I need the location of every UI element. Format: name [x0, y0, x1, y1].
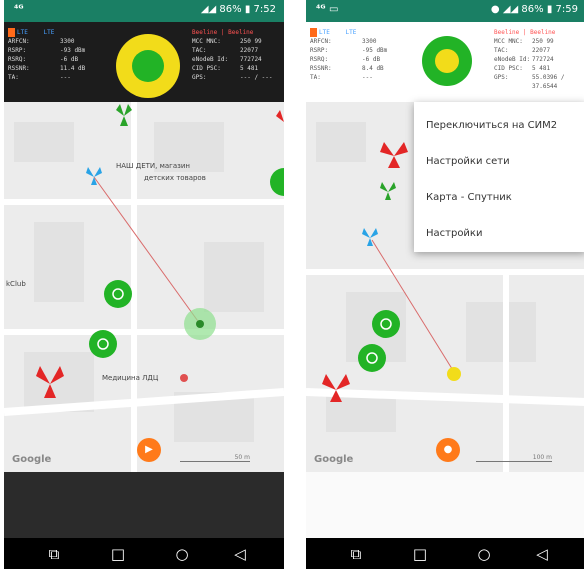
value-gps: 55.0396 / 37.6544: [532, 74, 565, 90]
poi-label-club: kClub: [6, 280, 26, 288]
menu-item-settings[interactable]: Настройки: [426, 228, 482, 239]
map-scale: 100 m: [476, 454, 552, 462]
map-canvas: [4, 102, 284, 472]
value-enodeb: 772724: [240, 56, 262, 63]
value-mcc-mnc: 250 99: [240, 38, 262, 45]
menu-item-map-satellite[interactable]: Карта - Спутник: [426, 192, 512, 203]
label-arfcn: ARFCN:: [8, 38, 30, 45]
status-indicators: ● ◢◢ 86% ▮ 7:59: [491, 4, 578, 15]
label-rsrq: RSRQ:: [310, 56, 329, 63]
cell-info-panel: LTE LTE ARFCN: RSRP: RSRQ: RSSNR: TA: 33…: [306, 22, 584, 102]
recent-apps-icon[interactable]: ⧉: [44, 544, 64, 564]
poi-label-clinic: Медицина ЛДЦ: [102, 374, 159, 382]
tech-label-2: LTE: [345, 29, 357, 36]
signal-icon: ◢◢: [200, 4, 217, 15]
back-icon[interactable]: ◁: [230, 544, 250, 564]
tech-label: LTE: [17, 29, 28, 36]
nav-bar: ⧉ □ ○ ◁: [306, 538, 584, 569]
play-fab-button[interactable]: ▶: [137, 438, 161, 462]
phone-right-screen: ⁴ᴳ ▭ ● ◢◢ 86% ▮ 7:59 LTE LTE ARFCN: RSRP…: [306, 0, 584, 569]
google-logo: Google: [314, 454, 354, 465]
value-cid-psc: 5 481: [532, 65, 551, 72]
poi-label-store: НАШ ДЕТИ, магазин: [116, 162, 191, 170]
home-circle-icon[interactable]: ○: [172, 544, 192, 564]
menu-item-switch-sim2[interactable]: Переключиться на СИМ2: [426, 120, 557, 131]
label-rsrp: RSRP:: [8, 47, 27, 54]
cell-info-panel: LTE LTE ARFCN: RSRP: RSRQ: RSSNR: TA: 33…: [4, 22, 284, 102]
label-rssnr: RSSNR:: [310, 65, 332, 72]
value-tac: 22077: [240, 47, 259, 54]
value-rsrp: -93 dBm: [60, 47, 86, 54]
cell-values: 3300 -93 dBm -6 dB 11.4 dB ---: [60, 37, 85, 82]
sim-badge: [310, 28, 317, 37]
label-ta: TA:: [310, 74, 321, 81]
value-ta: ---: [60, 74, 71, 81]
home-circle-icon[interactable]: ○: [474, 544, 494, 564]
value-tac: 22077: [532, 47, 551, 54]
value-cid-psc: 5 481: [240, 65, 259, 72]
value-arfcn: 3300: [60, 38, 75, 45]
cell-labels: LTE LTE ARFCN: RSRP: RSRQ: RSSNR: TA:: [310, 28, 356, 82]
nav-bar: ⧉ □ ○ ◁: [4, 538, 284, 569]
cell-values: 3300 -95 dBm -6 dB 8.4 dB ---: [362, 37, 387, 82]
sim-badge: [8, 28, 15, 37]
google-logo: Google: [12, 454, 52, 465]
empty-bottom-panel: [306, 472, 584, 538]
operator-values: 250 99 22077 772724 5 481 --- / ---: [240, 37, 273, 82]
cell-labels: LTE LTE ARFCN: RSRP: RSRQ: RSSNR: TA:: [8, 28, 54, 82]
clock: 7:59: [555, 4, 578, 15]
battery-text: 86%: [219, 4, 242, 15]
home-square-icon[interactable]: □: [108, 544, 128, 564]
recent-apps-icon[interactable]: ⧉: [346, 544, 366, 564]
location-icon: ●: [490, 4, 500, 15]
battery-icon: ▮: [244, 4, 251, 15]
status-bar: ⁴ᴳ ◢◢ 86% ▮ 7:52: [4, 0, 284, 22]
value-enodeb: 772724: [532, 56, 554, 63]
back-icon[interactable]: ◁: [532, 544, 552, 564]
label-rsrp: RSRP:: [310, 47, 329, 54]
value-rsrq: -6 dB: [60, 56, 79, 63]
app-status-icon: ⁴ᴳ ▭: [316, 4, 339, 15]
battery-icon: ▮: [546, 4, 553, 15]
value-gps: --- / ---: [240, 74, 273, 81]
label-rssnr: RSSNR:: [8, 65, 30, 72]
play-fab-button[interactable]: ●: [436, 438, 460, 462]
value-ta: ---: [362, 74, 373, 81]
signal-gauge-inner: [435, 49, 459, 73]
operator-values: 250 99 22077 772724 5 481 55.0396 / 37.6…: [532, 37, 584, 91]
poi-label-store-2: детских товаров: [144, 174, 206, 182]
value-mcc-mnc: 250 99: [532, 38, 554, 45]
battery-text: 86%: [521, 4, 544, 15]
label-rsrq: RSRQ:: [8, 56, 27, 63]
status-indicators: ◢◢ 86% ▮ 7:52: [201, 4, 276, 15]
signal-gauge-inner: [132, 50, 164, 82]
map-view[interactable]: НАШ ДЕТИ, магазин детских товаров Медици…: [4, 102, 284, 472]
menu-item-network-settings[interactable]: Настройки сети: [426, 156, 510, 167]
status-bar: ⁴ᴳ ▭ ● ◢◢ 86% ▮ 7:59: [306, 0, 584, 22]
value-arfcn: 3300: [362, 38, 377, 45]
value-rssnr: 11.4 dB: [60, 65, 86, 72]
value-rssnr: 8.4 dB: [362, 65, 384, 72]
overflow-menu: Переключиться на СИМ2 Настройки сети Кар…: [414, 102, 584, 252]
label-arfcn: ARFCN:: [310, 38, 332, 45]
tech-label: LTE: [319, 29, 330, 36]
empty-bottom-panel: [4, 472, 284, 538]
operator-name: Beeline | Beeline: [494, 29, 556, 36]
value-rsrq: -6 dB: [362, 56, 381, 63]
operator-name: Beeline | Beeline: [192, 29, 254, 36]
map-scale: 50 m: [180, 454, 250, 462]
value-rsrp: -95 dBm: [362, 47, 388, 54]
app-status-icon: ⁴ᴳ: [14, 4, 24, 15]
clock: 7:52: [253, 4, 276, 15]
phone-left-screen: ⁴ᴳ ◢◢ 86% ▮ 7:52 LTE LTE ARFCN: RSRP: RS…: [4, 0, 284, 569]
tech-label-2: LTE: [43, 29, 55, 36]
home-square-icon[interactable]: □: [410, 544, 430, 564]
signal-icon: ◢◢: [502, 4, 519, 15]
label-ta: TA:: [8, 74, 19, 81]
